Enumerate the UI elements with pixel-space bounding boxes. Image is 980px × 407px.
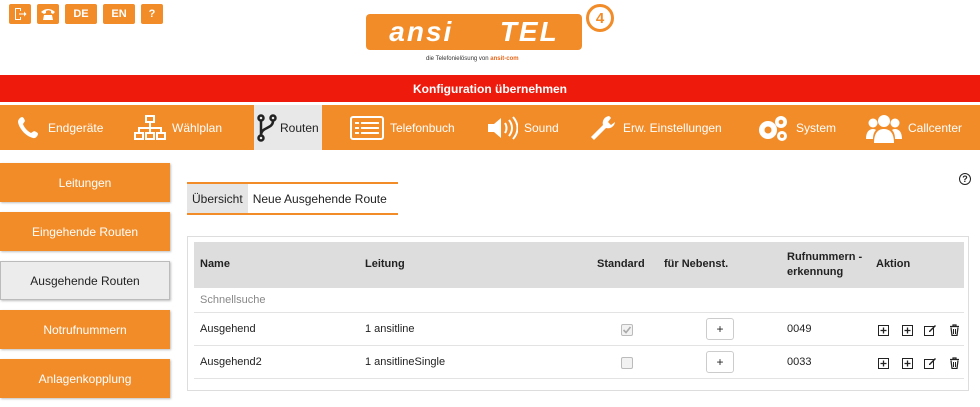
fork-icon <box>257 113 277 142</box>
expand-icon[interactable] <box>877 324 889 336</box>
nav-waehlplan[interactable]: Wählplan <box>134 105 222 150</box>
column-header-nebenst[interactable]: für Nebenst. <box>664 258 728 270</box>
column-header-leitung[interactable]: Leitung <box>365 258 405 270</box>
help-button[interactable]: ? <box>141 4 163 24</box>
quicksearch-row: Schnellsuche <box>194 288 964 313</box>
table-row: Ausgehend 1 ansitline + 0049 <box>194 313 964 346</box>
handset-icon[interactable] <box>37 4 59 24</box>
edit-icon[interactable] <box>924 357 936 369</box>
sidebar-item-eingehende-routen[interactable]: Eingehende Routen <box>0 212 170 251</box>
nav-label: Callcenter <box>908 120 963 135</box>
speaker-icon <box>488 115 518 140</box>
nav-sound[interactable]: Sound <box>486 105 559 150</box>
nav-label: Endgeräte <box>48 120 104 135</box>
cell-name: Ausgehend <box>200 323 256 335</box>
column-header-standard[interactable]: Standard <box>597 258 645 270</box>
nav-callcenter[interactable]: Callcenter <box>866 105 962 150</box>
table-row: Ausgehend2 1 ansitlineSingle + 0033 <box>194 346 964 379</box>
expand-icon[interactable] <box>877 357 889 369</box>
gears-icon <box>759 115 787 141</box>
tab-neue-ausgehende-route[interactable]: Neue Ausgehende Route <box>248 184 392 213</box>
column-header-name[interactable]: Name <box>200 258 230 270</box>
nav-label: Wählplan <box>172 120 223 135</box>
column-header-rufnummernerkennung[interactable]: Rufnummern -erkennung <box>787 250 865 280</box>
add-icon[interactable] <box>901 324 913 336</box>
delete-icon[interactable] <box>948 324 960 336</box>
top-toolbar: DE EN ? <box>9 4 163 24</box>
tab-uebersicht[interactable]: Übersicht <box>187 184 248 213</box>
nav-erw-einstellungen[interactable]: Erw. Einstellungen <box>589 105 722 150</box>
sidebar-item-notrufnummern[interactable]: Notrufnummern <box>0 310 170 349</box>
apply-configuration-bar[interactable]: Konfiguration übernehmen <box>0 75 980 102</box>
nav-system[interactable]: System <box>756 105 836 150</box>
cell-leitung: 1 ansitlineSingle <box>365 356 446 368</box>
logo-wordmark: ansi TEL <box>366 14 582 50</box>
sidebar-item-leitungen[interactable]: Leitungen <box>0 163 170 202</box>
cell-name: Ausgehend2 <box>200 356 262 368</box>
nav-label: Routen <box>280 120 319 135</box>
language-en-button[interactable]: EN <box>103 4 135 24</box>
add-extension-button[interactable]: + <box>706 318 734 340</box>
sitemap-icon <box>134 114 166 140</box>
users-icon <box>866 114 902 143</box>
nav-telefonbuch[interactable]: Telefonbuch <box>350 105 455 150</box>
cell-leitung: 1 ansitline <box>365 323 415 335</box>
ansitel-logo: ansi TEL 4 die Telefonielösung von ansit… <box>366 4 618 68</box>
sidebar-item-ausgehende-routen[interactable]: Ausgehende Routen <box>0 261 170 300</box>
main-nav: Endgeräte Wählplan Routen Telefonbuch So… <box>0 105 980 150</box>
wrench-icon <box>591 115 615 140</box>
cell-rufnummer: 0049 <box>787 323 812 335</box>
quicksearch-input[interactable]: Schnellsuche <box>200 294 265 306</box>
standard-checkbox[interactable] <box>621 357 633 369</box>
logout-icon[interactable] <box>9 4 31 24</box>
logo-left-text: ansi <box>389 16 454 47</box>
cell-rufnummer: 0033 <box>787 356 812 368</box>
standard-checkbox[interactable] <box>621 324 633 336</box>
logo-tagline: die Telefonielösung von ansit-com <box>426 56 519 62</box>
column-header-aktion: Aktion <box>876 258 911 270</box>
nav-routen[interactable]: Routen <box>254 105 322 150</box>
nav-endgeraete[interactable]: Endgeräte <box>16 105 103 150</box>
routes-table: Name Leitung Standard für Nebenst. Rufnu… <box>187 236 969 391</box>
help-icon[interactable]: ? <box>959 173 971 185</box>
delete-icon[interactable] <box>948 357 960 369</box>
logo-right-text: TEL <box>499 16 559 47</box>
nav-label: Telefonbuch <box>390 120 455 135</box>
logo-version-badge: 4 <box>586 4 614 32</box>
nav-label: Sound <box>524 120 559 135</box>
add-icon[interactable] <box>901 357 913 369</box>
route-tabs: Übersicht Neue Ausgehende Route <box>187 182 398 215</box>
nav-label: Erw. Einstellungen <box>623 120 722 135</box>
app-root: DE EN ? ansi TEL 4 die Telefonielösung v… <box>0 0 980 407</box>
phone-icon <box>18 116 38 138</box>
sidebar-item-anlagenkopplung[interactable]: Anlagenkopplung <box>0 359 170 398</box>
language-de-button[interactable]: DE <box>65 4 97 24</box>
add-extension-button[interactable]: + <box>706 351 734 373</box>
edit-icon[interactable] <box>924 324 936 336</box>
nav-label: System <box>796 120 837 135</box>
table-header: Name Leitung Standard für Nebenst. Rufnu… <box>194 242 964 288</box>
list-icon <box>350 115 384 140</box>
